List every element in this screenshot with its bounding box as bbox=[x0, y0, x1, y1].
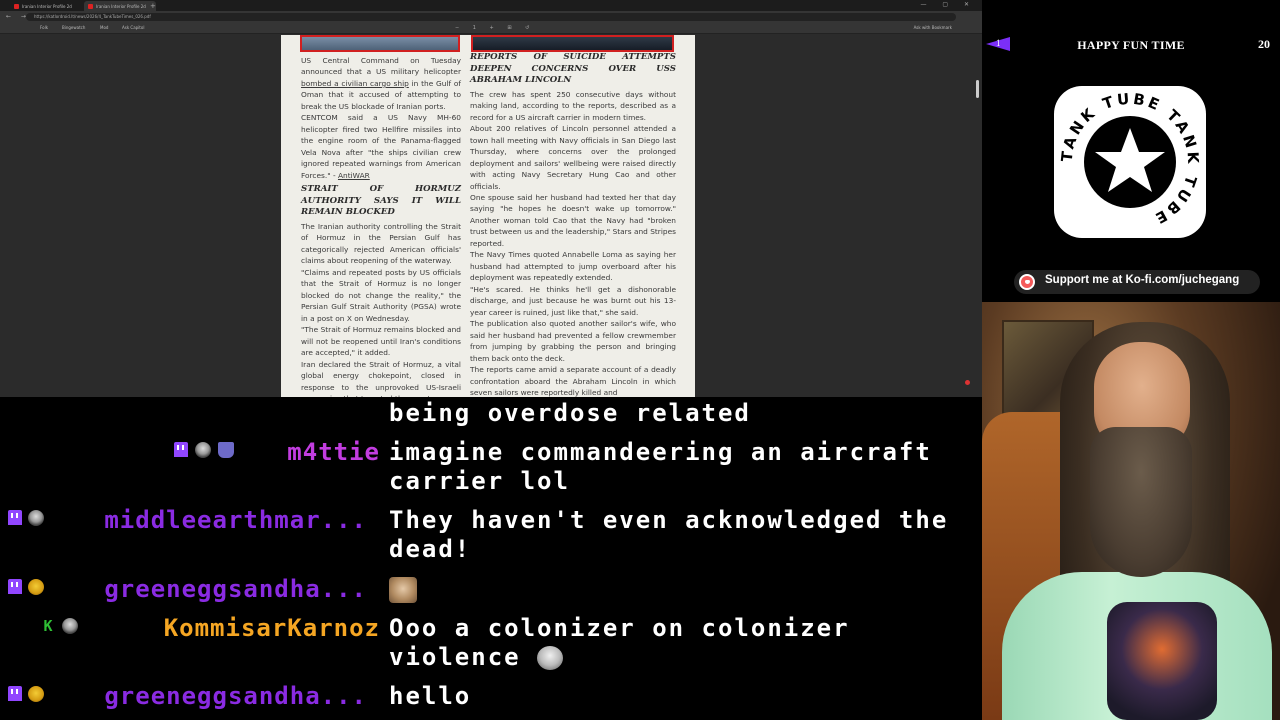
paragraph: The publication also quoted another sail… bbox=[470, 319, 676, 363]
paragraph: "The Strait of Hormuz remains blocked an… bbox=[301, 325, 461, 358]
chat-username[interactable]: greeneggsandha... bbox=[104, 682, 367, 711]
kofi-label: Support me at Ko-fi.com/juchegang bbox=[1045, 274, 1240, 286]
chat-message: middleearthmar... They haven't even ackn… bbox=[0, 506, 982, 566]
twitch-badge-icon bbox=[8, 579, 22, 594]
tab-strip: Iranian Interior Profile 2d Iranian Inte… bbox=[0, 0, 982, 11]
trollface-emote-icon bbox=[537, 646, 564, 670]
new-tab-button[interactable]: + bbox=[150, 2, 156, 10]
skull-badge-icon bbox=[28, 510, 44, 526]
paragraph: "Claims and repeated posts by US officia… bbox=[301, 267, 461, 323]
pdf-toolbar: − 1 + ⊞ ↺ Ask with Bookmark bbox=[0, 23, 982, 34]
article-column-left: US Central Command on Tuesday announced … bbox=[301, 55, 461, 397]
text: US Central Command on Tuesday announced … bbox=[301, 56, 461, 77]
tab-label: Iranian Interior Profile 2d bbox=[96, 4, 146, 9]
paragraph: CENTCOM said a US Navy MH-60 helicopter … bbox=[301, 112, 461, 181]
cat-emote-icon bbox=[389, 577, 417, 603]
tank-tube-logo-graphic: TANK TUBE TANK TUBE bbox=[1058, 90, 1200, 229]
skull-badge-icon bbox=[62, 618, 78, 634]
chat-username[interactable]: m4ttie bbox=[287, 438, 380, 467]
chat-message: m4ttie imagine commandeering an aircraft… bbox=[0, 438, 982, 498]
paragraph: The crew has spent 250 consecutive days … bbox=[470, 89, 676, 122]
chat-message-text: They haven't even acknowledged the dead! bbox=[389, 506, 949, 563]
chat-message-text: Ooo a colonizer on colonizer violence bbox=[389, 614, 969, 672]
stream-title: HAPPY FUN TIME bbox=[1077, 38, 1185, 52]
text: CENTCOM said a US Navy MH-60 helicopter … bbox=[301, 113, 461, 180]
chat-message-text-content: Ooo a colonizer on colonizer violence bbox=[389, 614, 850, 671]
browser-window: Iranian Interior Profile 2d Iranian Inte… bbox=[0, 0, 982, 397]
stream-counter: 20 bbox=[1258, 37, 1270, 51]
paragraph: The reports came amid a separate account… bbox=[470, 365, 676, 397]
paragraph: US Central Command on Tuesday announced … bbox=[301, 55, 461, 112]
chat-username[interactable]: middleearthmar... bbox=[104, 506, 367, 535]
paragraph: One spouse said her husband had texted h… bbox=[470, 193, 676, 248]
stream-side-panel: 1 HAPPY FUN TIME 20 TANK TUBE TANK TUBE … bbox=[982, 0, 1280, 720]
pdf-viewer: US Central Command on Tuesday announced … bbox=[0, 35, 982, 397]
chat-message: greeneggsandha... hello bbox=[0, 682, 982, 712]
webcam-streamer-beard bbox=[1090, 427, 1192, 577]
chat-message: K KommisarKarnoz Ooo a colonizer on colo… bbox=[0, 614, 982, 674]
chat-username[interactable]: greeneggsandha... bbox=[104, 575, 367, 604]
chat-overlay: being overdose related m4ttie imagine co… bbox=[0, 397, 982, 720]
twitch-badge-icon bbox=[174, 442, 188, 457]
stream-header: 1 HAPPY FUN TIME 20 bbox=[982, 30, 1280, 58]
address-bar: ← → ⟳ https://katlordroid.lt/news/2026/4… bbox=[0, 11, 982, 23]
headline-hormuz: STRAIT OF HORMUZ AUTHORITY SAYS IT WILL … bbox=[301, 184, 461, 218]
tab-label: Iranian Interior Profile 2d bbox=[22, 4, 72, 9]
twitch-badge-icon bbox=[8, 686, 22, 701]
chat-message-text: hello bbox=[389, 682, 472, 710]
kofi-cup-icon bbox=[1019, 274, 1035, 290]
annotation-marker-icon bbox=[965, 380, 970, 385]
article-column-right: REPORTS OF SUICIDE ATTEMPTS DEEPEN CONCE… bbox=[470, 52, 676, 397]
chat-message-text: being overdose related bbox=[389, 399, 751, 427]
tank-tube-logo: TANK TUBE TANK TUBE bbox=[1054, 86, 1206, 238]
skull-badge-icon bbox=[195, 442, 211, 458]
headline-lincoln: REPORTS OF SUICIDE ATTEMPTS DEEPEN CONCE… bbox=[470, 52, 676, 86]
bee-badge-icon bbox=[28, 579, 44, 595]
paragraph: About 200 relatives of Lincoln personnel… bbox=[470, 124, 676, 191]
chat-message-text: imagine commandeering an aircraft carrie… bbox=[389, 438, 932, 495]
photo-right bbox=[471, 35, 674, 52]
url-input[interactable]: https://katlordroid.lt/news/2026/4_TankT… bbox=[26, 13, 956, 21]
chat-message: greeneggsandha... bbox=[0, 575, 982, 605]
article-link[interactable]: bombed a civilian cargo ship bbox=[301, 79, 409, 88]
pdf-favicon-icon bbox=[88, 4, 93, 9]
pdf-favicon-icon bbox=[14, 4, 19, 9]
chat-message: being overdose related bbox=[0, 399, 982, 429]
chat-message-emote-only bbox=[389, 575, 969, 604]
paragraph: "He's scared. He thinks he'll get a dish… bbox=[470, 284, 676, 317]
twitch-badge-icon bbox=[8, 510, 22, 525]
browser-tab-1[interactable]: Iranian Interior Profile 2d bbox=[10, 1, 82, 11]
webcam-feed bbox=[982, 302, 1280, 720]
browser-tab-2[interactable]: Iranian Interior Profile 2d bbox=[84, 1, 156, 11]
newspaper-page: US Central Command on Tuesday announced … bbox=[281, 35, 695, 397]
photo-left bbox=[300, 35, 460, 52]
paragraph: The Iranian authority controlling the St… bbox=[301, 221, 461, 266]
scrollbar-thumb[interactable] bbox=[976, 80, 979, 98]
paragraph: Iran declared the Strait of Hormuz, a vi… bbox=[301, 359, 461, 397]
bee-badge-icon bbox=[28, 686, 44, 702]
cup-badge-icon bbox=[218, 442, 234, 458]
kofi-support-banner[interactable]: Support me at Ko-fi.com/juchegang bbox=[1014, 270, 1260, 294]
window-controls[interactable]: — ▢ ✕ bbox=[920, 1, 976, 8]
k-badge-icon: K bbox=[43, 617, 53, 635]
chat-username[interactable]: KommisarKarnoz bbox=[164, 614, 380, 643]
paragraph: The Navy Times quoted Annabelle Loma as … bbox=[470, 250, 676, 283]
pdf-toolbar-right[interactable]: Ask with Bookmark bbox=[914, 25, 952, 30]
source-link[interactable]: AntiWAR bbox=[338, 171, 370, 180]
webcam-shirt-print bbox=[1107, 602, 1217, 720]
pdf-zoom-controls[interactable]: − 1 + ⊞ ↺ bbox=[455, 25, 535, 31]
